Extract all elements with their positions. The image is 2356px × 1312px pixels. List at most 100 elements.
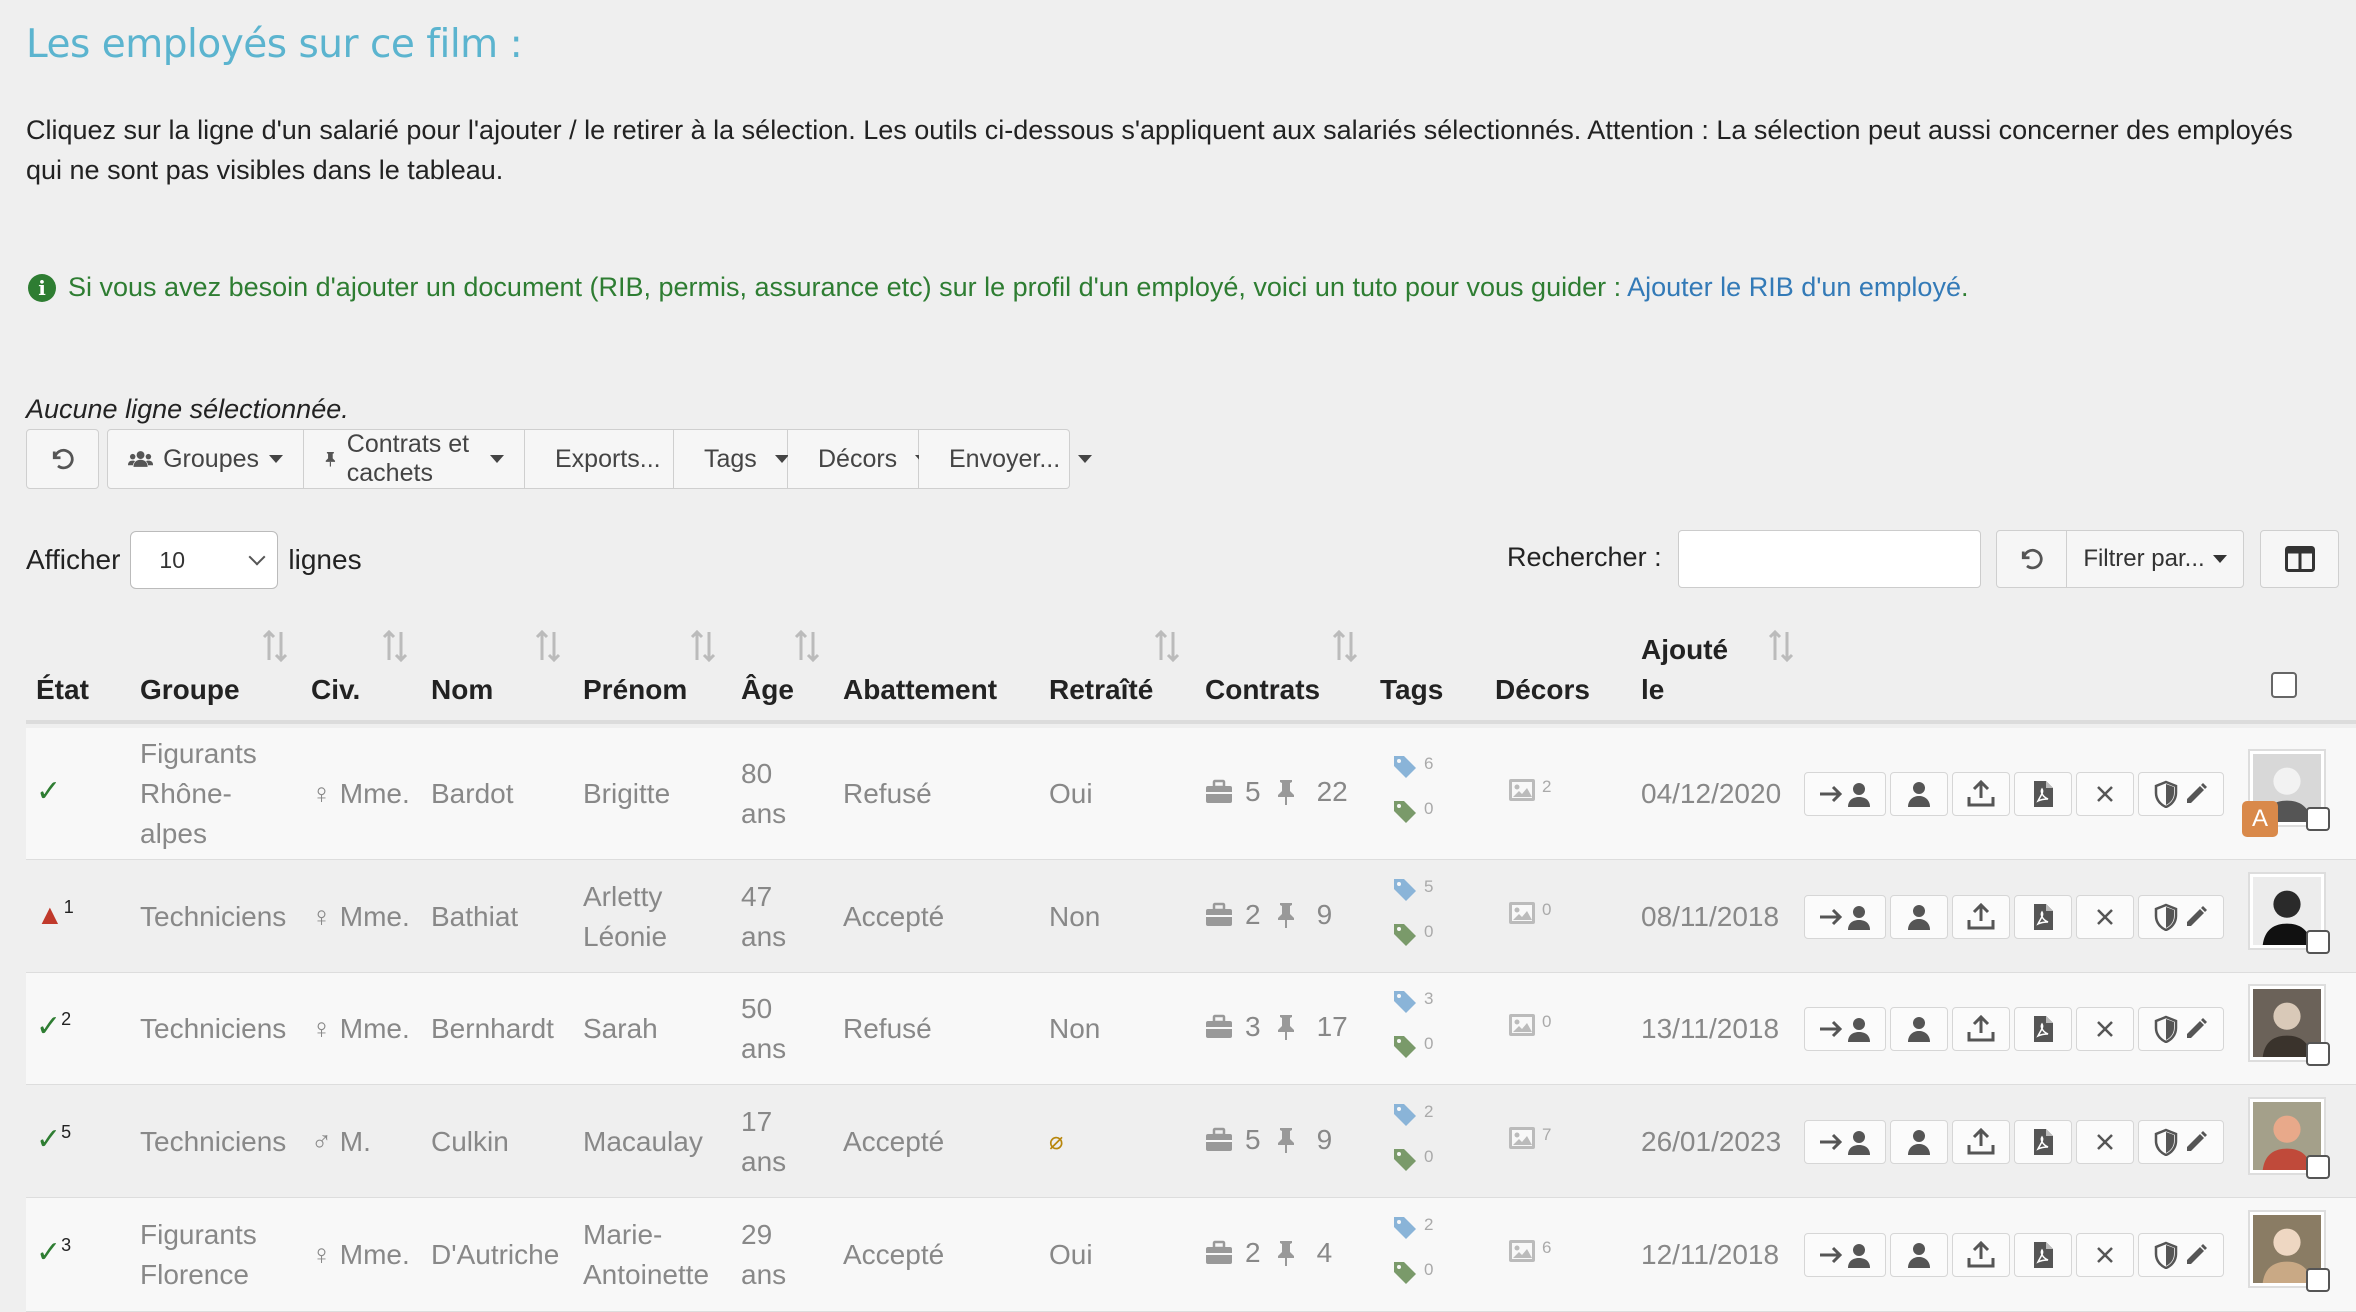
assign-user-button[interactable] bbox=[1804, 772, 1886, 816]
column-visibility-button[interactable] bbox=[2260, 530, 2339, 588]
sort-icon[interactable] bbox=[381, 628, 409, 664]
table-row[interactable]: ✓5 Techniciens ♂ M. Culkin Macaulay 17 a… bbox=[26, 1085, 2356, 1198]
col-abattement[interactable]: Abattement bbox=[843, 670, 997, 710]
rib-tutorial-link[interactable]: Ajouter le RIB d'un employé bbox=[1627, 272, 1961, 302]
pdf-button[interactable] bbox=[2014, 1233, 2072, 1277]
row-checkbox[interactable] bbox=[2306, 1042, 2330, 1066]
civ-value: Mme. bbox=[339, 900, 410, 932]
table-row[interactable]: ✓3 Figurants Florence ♀ Mme. D'Autriche … bbox=[26, 1198, 2356, 1312]
envoyer-button[interactable]: Envoyer... bbox=[919, 429, 1093, 489]
tags-button[interactable]: Tags bbox=[674, 429, 789, 489]
table-row[interactable]: ✓2 Techniciens ♀ Mme. Bernhardt Sarah 50… bbox=[26, 973, 2356, 1085]
upload-button[interactable] bbox=[1952, 894, 2010, 939]
decors-count: 2 bbox=[1542, 777, 1552, 796]
tags-cell: 2 0 bbox=[1392, 1102, 1452, 1182]
upload-button[interactable] bbox=[1952, 1119, 2010, 1164]
col-etat[interactable]: État bbox=[36, 670, 89, 710]
sort-icon[interactable] bbox=[261, 628, 289, 664]
search-input[interactable] bbox=[1678, 530, 1981, 588]
col-age[interactable]: Âge bbox=[741, 670, 794, 710]
page-length-select[interactable]: 10 bbox=[130, 531, 279, 589]
row-checkbox[interactable] bbox=[2306, 1154, 2330, 1179]
civ-value: Mme. bbox=[339, 1013, 410, 1044]
contrats-label: Contrats et cachets bbox=[346, 430, 470, 487]
remove-button[interactable] bbox=[2076, 894, 2134, 939]
columns-icon bbox=[2284, 546, 2315, 572]
col-ajoute[interactable]: Ajouté le bbox=[1641, 630, 1728, 710]
decors-button[interactable]: Décors bbox=[788, 429, 930, 489]
rights-edit-button[interactable] bbox=[2138, 894, 2224, 939]
col-retraite[interactable]: Retraîté bbox=[1049, 670, 1153, 710]
remove-button[interactable] bbox=[2076, 1233, 2134, 1277]
users-icon bbox=[128, 451, 154, 467]
remove-button[interactable] bbox=[2076, 772, 2134, 816]
groupe-line: alpes bbox=[140, 818, 207, 849]
upload-button[interactable] bbox=[1952, 772, 2010, 816]
row-checkbox[interactable] bbox=[2306, 1268, 2330, 1292]
assign-user-button[interactable] bbox=[1804, 1007, 1886, 1051]
col-nom[interactable]: Nom bbox=[431, 670, 493, 710]
assign-user-button[interactable] bbox=[1804, 894, 1886, 939]
exports-button[interactable]: Exports... bbox=[525, 429, 693, 489]
view-profile-button[interactable] bbox=[1890, 1119, 1948, 1164]
employee-photo[interactable]: A bbox=[2242, 749, 2330, 837]
pencil-icon bbox=[2187, 905, 2207, 926]
view-profile-button[interactable] bbox=[1890, 772, 1948, 816]
view-profile-button[interactable] bbox=[1890, 1233, 1948, 1277]
view-profile-button[interactable] bbox=[1890, 894, 1948, 939]
sort-icon[interactable] bbox=[534, 628, 562, 664]
row-checkbox[interactable] bbox=[2306, 929, 2330, 954]
col-prenom[interactable]: Prénom bbox=[583, 670, 687, 710]
filter-by-dropdown[interactable]: Filtrer par... bbox=[2066, 530, 2244, 588]
table-row[interactable]: ▲1 Techniciens ♀ Mme. Bathiat Arletty Lé… bbox=[26, 860, 2356, 973]
date-cell: 08/11/2018 bbox=[1641, 900, 1780, 932]
age-unit: ans bbox=[741, 798, 787, 829]
date-cell: 12/11/2018 bbox=[1641, 1239, 1780, 1270]
nom-cell: Bernhardt bbox=[431, 1013, 554, 1044]
employee-photo[interactable] bbox=[2248, 984, 2330, 1066]
upload-icon bbox=[1967, 1241, 1995, 1268]
row-checkbox[interactable] bbox=[2306, 807, 2330, 831]
employee-photo[interactable] bbox=[2248, 1096, 2330, 1179]
col-decors[interactable]: Décors bbox=[1495, 670, 1590, 710]
undo-selection-button[interactable] bbox=[26, 429, 99, 489]
pdf-button[interactable] bbox=[2014, 894, 2072, 939]
col-tags[interactable]: Tags bbox=[1380, 670, 1443, 710]
tags-count: 0 bbox=[1424, 799, 1434, 818]
nom-cell: D'Autriche bbox=[431, 1239, 560, 1270]
select-all-checkbox[interactable] bbox=[2271, 672, 2297, 698]
sort-icon[interactable] bbox=[1153, 628, 1181, 664]
pdf-button[interactable] bbox=[2014, 1007, 2072, 1051]
sort-icon[interactable] bbox=[689, 628, 717, 664]
remove-button[interactable] bbox=[2076, 1007, 2134, 1051]
sort-icon[interactable] bbox=[1331, 628, 1359, 664]
remove-button[interactable] bbox=[2076, 1119, 2134, 1164]
reset-filter-button[interactable] bbox=[1996, 530, 2067, 588]
groupes-button[interactable]: Groupes bbox=[107, 429, 304, 489]
sort-icon[interactable] bbox=[1767, 628, 1795, 664]
upload-button[interactable] bbox=[1952, 1233, 2010, 1277]
row-actions bbox=[1804, 1233, 2224, 1277]
table-row[interactable]: ✓ Figurants Rhône- alpes ♀ Mme. Bardot B… bbox=[26, 728, 2356, 860]
upload-button[interactable] bbox=[1952, 1007, 2010, 1051]
employee-photo[interactable] bbox=[2248, 1210, 2330, 1292]
col-groupe[interactable]: Groupe bbox=[140, 670, 240, 710]
pdf-button[interactable] bbox=[2014, 772, 2072, 816]
contrats-cachets-button[interactable]: Contrats et cachets bbox=[304, 429, 525, 489]
assign-user-button[interactable] bbox=[1804, 1233, 1886, 1277]
rights-edit-button[interactable] bbox=[2138, 1007, 2224, 1051]
assign-user-button[interactable] bbox=[1804, 1119, 1886, 1164]
sort-icon[interactable] bbox=[793, 628, 821, 664]
row-actions bbox=[1804, 1119, 2224, 1164]
rights-edit-button[interactable] bbox=[2138, 1233, 2224, 1277]
pdf-button[interactable] bbox=[2014, 1119, 2072, 1164]
gender-icon: ♀ bbox=[311, 1239, 332, 1270]
groupe-line: Techniciens bbox=[140, 900, 287, 932]
employee-photo[interactable] bbox=[2248, 871, 2330, 954]
page-length-value: 10 bbox=[159, 546, 186, 573]
rights-edit-button[interactable] bbox=[2138, 1119, 2224, 1164]
col-civ[interactable]: Civ. bbox=[311, 670, 360, 710]
col-contrats[interactable]: Contrats bbox=[1205, 670, 1320, 710]
rights-edit-button[interactable] bbox=[2138, 772, 2224, 816]
view-profile-button[interactable] bbox=[1890, 1007, 1948, 1051]
